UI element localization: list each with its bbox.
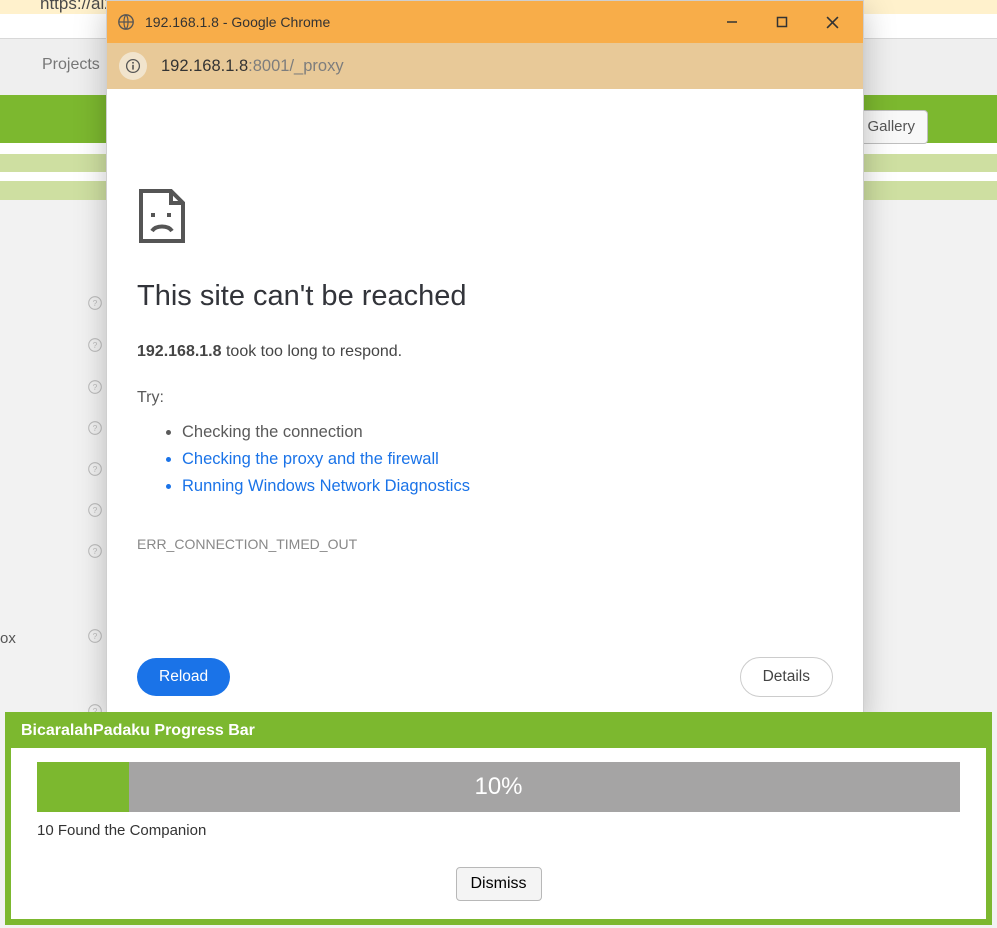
svg-text:?: ? xyxy=(93,423,98,433)
reload-button[interactable]: Reload xyxy=(137,658,230,696)
help-icon[interactable]: ? xyxy=(85,296,105,315)
try-label: Try: xyxy=(137,389,833,407)
address-bar[interactable]: 192.168.1.8:8001/_proxy xyxy=(107,43,863,89)
suggestion-link[interactable]: Running Windows Network Diagnostics xyxy=(182,473,833,500)
site-info-icon[interactable] xyxy=(119,52,147,80)
svg-text:?: ? xyxy=(93,631,98,641)
palette-label: ox xyxy=(0,630,16,647)
suggestion-link[interactable]: Checking the proxy and the firewall xyxy=(182,446,833,473)
globe-icon xyxy=(117,13,135,31)
maximize-button[interactable] xyxy=(757,7,807,37)
suggestion-item: Checking the connection xyxy=(182,419,833,446)
menu-item-projects[interactable]: Projects xyxy=(42,56,100,73)
dismiss-button[interactable]: Dismiss xyxy=(456,867,542,901)
svg-text:?: ? xyxy=(93,546,98,556)
progress-percent-label: 10% xyxy=(37,762,960,812)
help-icon[interactable]: ? xyxy=(85,380,105,399)
window-title: 192.168.1.8 - Google Chrome xyxy=(145,14,707,30)
window-titlebar[interactable]: 192.168.1.8 - Google Chrome xyxy=(107,1,863,43)
url-host: 192.168.1.8 xyxy=(161,57,248,76)
svg-text:?: ? xyxy=(93,298,98,308)
error-host-msg: took too long to respond. xyxy=(222,343,403,360)
error-subtext: 192.168.1.8 took too long to respond. xyxy=(137,343,833,361)
help-icon[interactable]: ? xyxy=(85,544,105,563)
help-icon[interactable]: ? xyxy=(85,338,105,357)
suggestion-list: Checking the connection Checking the pro… xyxy=(137,419,833,500)
progress-status-text: 10 Found the Companion xyxy=(37,822,960,839)
help-icon[interactable]: ? xyxy=(85,462,105,481)
progress-dialog-body: 10% 10 Found the Companion Dismiss xyxy=(11,748,986,919)
chrome-popup-window: 192.168.1.8 - Google Chrome 192.168.1.8:… xyxy=(107,1,863,717)
help-icon[interactable]: ? xyxy=(85,629,105,648)
details-button[interactable]: Details xyxy=(740,657,833,697)
progress-bar: 10% xyxy=(37,762,960,812)
help-icon[interactable]: ? xyxy=(85,421,105,440)
svg-text:?: ? xyxy=(93,382,98,392)
sad-page-icon xyxy=(137,189,833,248)
svg-text:?: ? xyxy=(93,464,98,474)
svg-text:?: ? xyxy=(93,505,98,515)
error-page: This site can't be reached 192.168.1.8 t… xyxy=(107,89,863,717)
progress-dialog-title: BicaralahPadaku Progress Bar xyxy=(11,718,986,748)
close-button[interactable] xyxy=(807,7,857,37)
help-icon[interactable]: ? xyxy=(85,503,105,522)
url-path: :8001/_proxy xyxy=(248,57,343,76)
minimize-button[interactable] xyxy=(707,7,757,37)
error-code: ERR_CONNECTION_TIMED_OUT xyxy=(137,536,833,552)
error-heading: This site can't be reached xyxy=(137,280,833,313)
error-host: 192.168.1.8 xyxy=(137,343,222,360)
progress-dialog: BicaralahPadaku Progress Bar 10% 10 Foun… xyxy=(5,712,992,925)
svg-text:?: ? xyxy=(93,340,98,350)
